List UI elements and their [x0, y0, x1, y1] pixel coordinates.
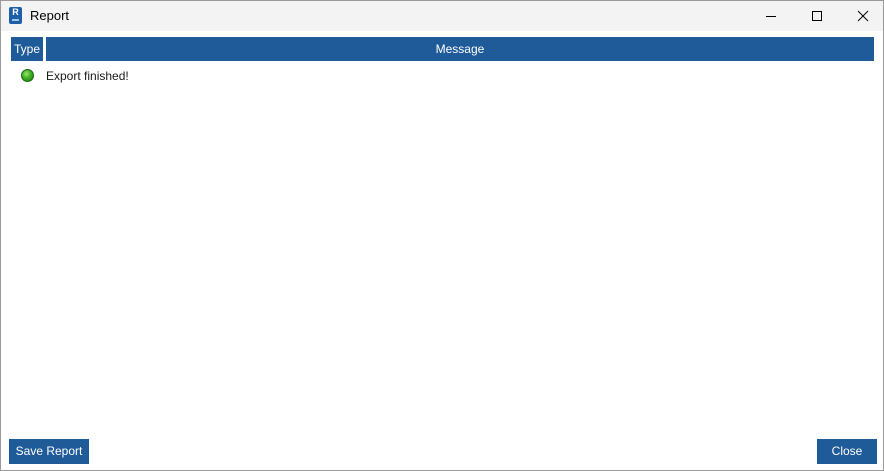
maximize-button[interactable]	[794, 1, 840, 31]
save-report-button[interactable]: Save Report	[9, 439, 89, 464]
app-icon-letter: R	[12, 7, 19, 17]
close-icon	[857, 10, 869, 22]
green-status-dot-icon	[21, 69, 34, 82]
column-header-type[interactable]: Type	[11, 37, 43, 61]
close-button[interactable]: Close	[817, 439, 877, 464]
app-icon: R	[9, 7, 22, 24]
column-header-message[interactable]: Message	[46, 37, 874, 61]
window-close-button[interactable]	[840, 1, 884, 31]
minimize-button[interactable]	[748, 1, 794, 31]
window-title: Report	[30, 8, 70, 23]
maximize-icon	[812, 11, 822, 21]
title-bar[interactable]: R Report	[1, 1, 883, 31]
table-row[interactable]: Export finished!	[11, 65, 875, 87]
report-window: R Report Type Message Export finished! S…	[0, 0, 884, 471]
minimize-icon	[766, 16, 776, 17]
row-message: Export finished!	[46, 69, 129, 83]
